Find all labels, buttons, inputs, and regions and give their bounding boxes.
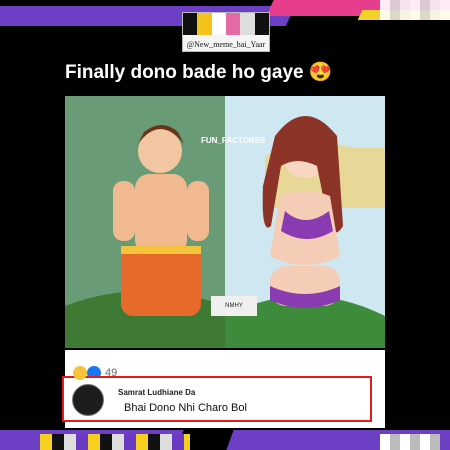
post-card: Finally dono bade ho gaye 😍 FUN_FACTORSS <box>59 52 389 428</box>
top-tile-pattern <box>380 0 450 20</box>
comment-text: Bhai Dono Nhi Charo Bol <box>124 402 247 414</box>
commenter-avatar[interactable] <box>72 384 104 416</box>
heart-eyes-emoji: 😍 <box>308 62 333 83</box>
bottom-tile-pattern <box>40 434 190 450</box>
post-headline: Finally dono bade ho gaye 😍 <box>65 60 387 94</box>
bottom-tile-pattern-right <box>380 434 440 450</box>
headline-text: Finally dono bade ho gaye <box>65 62 304 83</box>
bottom-decorative-bar <box>0 430 450 450</box>
post-image[interactable]: FUN_FACTORSS NMHY <box>65 96 385 348</box>
commenter-name[interactable]: Samrat Ludhiane Da <box>118 388 195 397</box>
image-tag: FUN_FACTORSS <box>201 136 266 145</box>
watermark-color-tiles <box>183 13 269 35</box>
image-watermark: NMHY <box>211 296 257 316</box>
channel-watermark: @New_meme_hai_Yaar <box>182 12 270 52</box>
haha-reaction-icon <box>73 366 87 380</box>
watermark-text: @New_meme_hai_Yaar <box>186 40 266 49</box>
highlighted-comment[interactable]: Samrat Ludhiane Da Bhai Dono Nhi Charo B… <box>62 376 372 422</box>
